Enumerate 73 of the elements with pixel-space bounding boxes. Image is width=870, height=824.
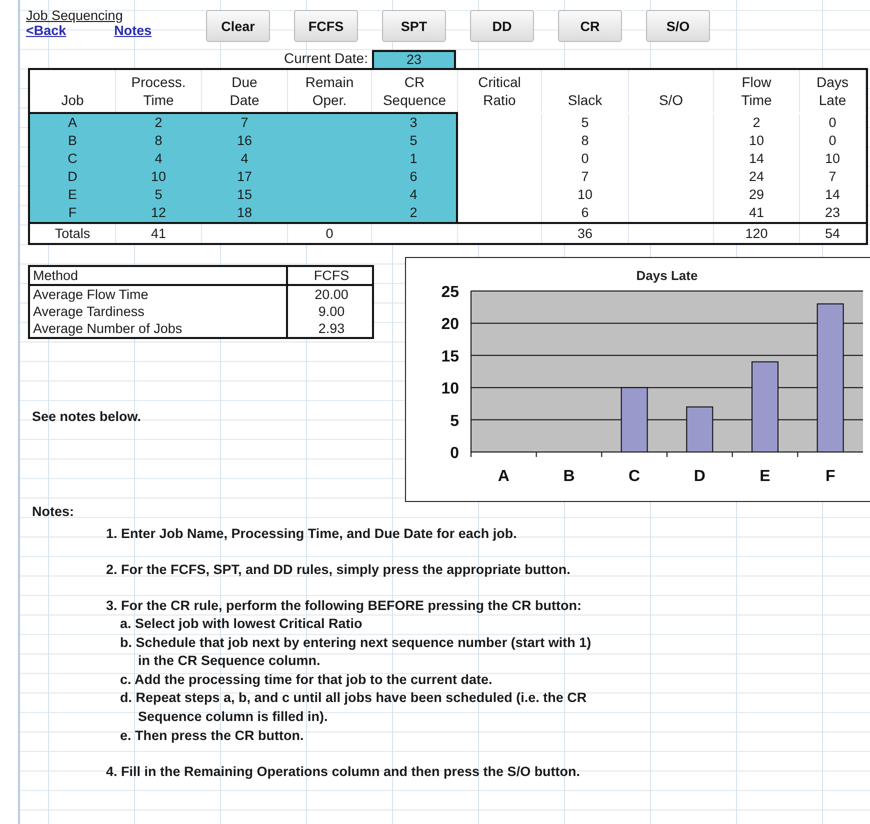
table-cell: 5 — [542, 114, 629, 132]
y-tick-label: 20 — [441, 316, 459, 334]
chart-title: Days Late — [636, 268, 698, 283]
table-cell: 24 — [714, 168, 800, 186]
table-cell: 23 — [800, 204, 866, 222]
note-text: 4. Fill in the Remaining Operations column and then press the S/O button. — [106, 763, 582, 782]
table-cell[interactable]: 1 — [372, 150, 456, 168]
table-cell[interactable]: 6 — [372, 168, 456, 186]
table-cell: 7 — [542, 168, 629, 186]
summary-header: Method — [30, 267, 286, 286]
summary-label: Average Number of Jobs — [32, 320, 184, 337]
note-text: 3. For the CR rule, perform the following BEFORE pressing the CR button: — [106, 597, 583, 615]
rule-button[interactable]: CR — [558, 10, 622, 42]
table-cell: 0 — [542, 150, 629, 168]
y-tick-label: 10 — [441, 380, 459, 398]
totals-cell: Totals — [30, 224, 116, 243]
table-cell: 41 — [714, 204, 800, 222]
table-cell: 6 — [542, 204, 629, 222]
x-tick-label: A — [498, 468, 510, 485]
table-cell: 10 — [542, 186, 629, 204]
table-cell: 0 — [800, 132, 866, 150]
rule-button[interactable]: SPT — [382, 10, 446, 42]
summary-label: Average Flow Time — [32, 286, 150, 303]
hint-text: See notes below. — [32, 409, 142, 424]
note-step: a. Select job with lowest Critical Ratio — [120, 615, 598, 634]
table-cell: 14 — [714, 150, 800, 168]
table-cell: 10 — [800, 150, 866, 168]
note-step: c. Add the processing time for that job to the current date. — [120, 670, 598, 690]
link[interactable]: <Back — [26, 23, 66, 38]
totals-cell: 54 — [800, 224, 866, 243]
x-tick-label: B — [563, 468, 575, 485]
table-cell: 2 — [714, 114, 800, 132]
table-cell: 8 — [542, 132, 629, 150]
note-text: 2. For the FCFS, SPT, and DD rules, simply press the appropriate button. — [106, 561, 572, 579]
table-cell[interactable]: 3 — [372, 114, 456, 132]
table-cell: 29 — [714, 186, 800, 204]
rule-button[interactable]: Clear — [206, 10, 270, 42]
notes-title: Notes: — [32, 504, 76, 519]
note-step: e. Then press the CR button. — [120, 726, 598, 746]
table-cell: 7 — [800, 168, 866, 186]
rule-button[interactable]: S/O — [646, 10, 710, 42]
note-step: d. Repeat steps a, b, and c until all jobs have been scheduled (i.e. the CR Sequence column is filled in). — [120, 689, 598, 727]
summary-value: 9.00 — [286, 303, 372, 320]
totals-cell: 120 — [714, 224, 800, 243]
current-date-cell[interactable]: 23 — [372, 50, 456, 68]
x-tick-label: F — [825, 468, 836, 485]
table-cell[interactable]: 4 — [372, 186, 456, 204]
totals-cell: 41 — [116, 224, 202, 243]
link[interactable]: Notes — [114, 23, 152, 38]
x-tick-label: D — [694, 468, 706, 485]
y-tick-label: 5 — [450, 412, 459, 430]
table-cell[interactable]: 5 — [372, 132, 456, 150]
totals-cell: 36 — [542, 224, 629, 243]
table-cell: 0 — [800, 114, 866, 132]
summary-value: 2.93 — [286, 320, 372, 337]
table-cell: 14 — [800, 186, 866, 204]
summary-label: Average Tardiness — [32, 303, 146, 320]
x-tick-label: C — [628, 468, 640, 485]
table-cell[interactable]: 2 — [372, 204, 456, 222]
note-step: b. Schedule that job next by entering next sequence number (start with 1) in the CR Sequence column. — [120, 634, 598, 671]
rule-button[interactable]: FCFS — [294, 10, 358, 42]
sheet-title: Job Sequencing — [26, 8, 124, 23]
y-tick-label: 15 — [441, 348, 459, 366]
current-date-label: Current Date: — [282, 50, 369, 68]
summary-header: FCFS — [286, 267, 372, 286]
x-tick-label: E — [760, 468, 770, 485]
rule-button[interactable]: DD — [470, 10, 534, 42]
note-text: 1. Enter Job Name, Processing Time, and Due Date for each job. — [106, 525, 518, 543]
y-tick-label: 25 — [441, 284, 459, 301]
y-tick-label: 0 — [450, 445, 459, 462]
totals-cell: 0 — [288, 224, 372, 243]
table-cell: 10 — [714, 132, 800, 150]
summary-value: 20.00 — [286, 286, 372, 303]
